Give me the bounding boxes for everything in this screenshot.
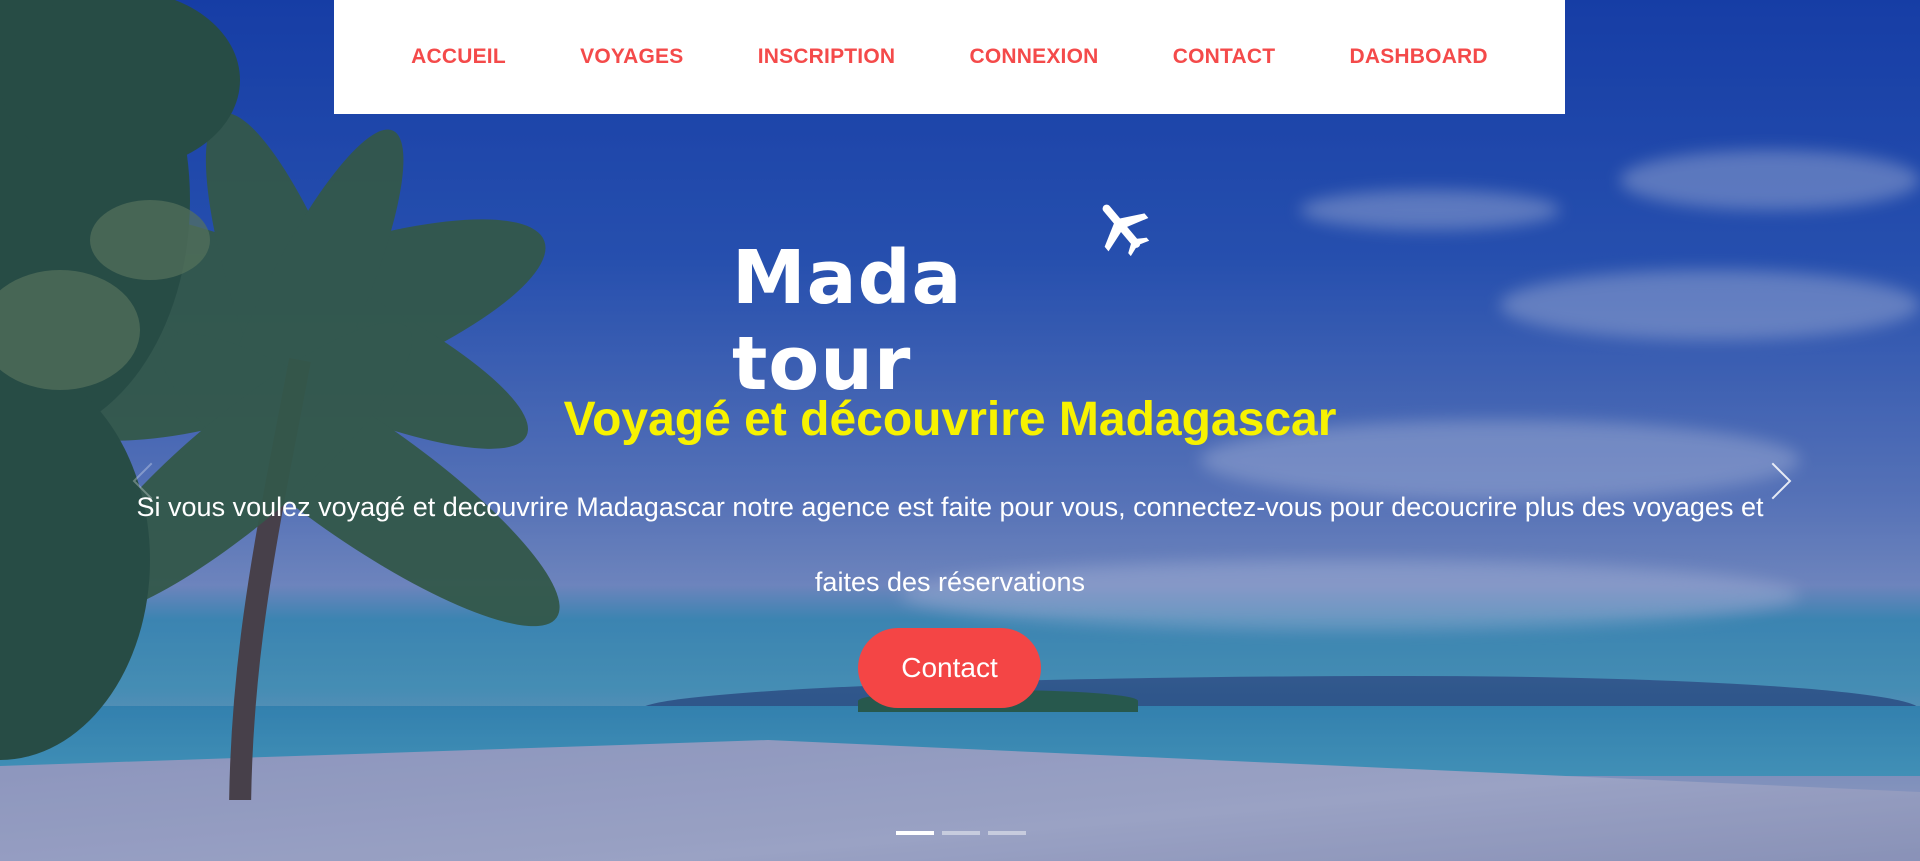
carousel-indicator[interactable] — [988, 831, 1026, 835]
nav-link-inscription[interactable]: INSCRIPTION — [758, 45, 896, 69]
logo: Mada tour — [730, 195, 1160, 407]
carousel-indicator[interactable] — [942, 831, 980, 835]
hero-carousel: ACCUEIL VOYAGES INSCRIPTION CONNEXION CO… — [0, 0, 1920, 861]
nav-link-voyages[interactable]: VOYAGES — [580, 45, 683, 69]
nav-link-connexion[interactable]: CONNEXION — [970, 45, 1099, 69]
logo-text: Mada tour — [732, 235, 963, 407]
hero-description: Si vous voulez voyagé et decouvrire Mada… — [136, 492, 1764, 597]
airplane-icon — [1102, 204, 1150, 257]
hero-headline: Voyagé et découvrire Madagascar — [563, 393, 1337, 446]
nav-link-contact[interactable]: CONTACT — [1173, 45, 1276, 69]
main-navbar: ACCUEIL VOYAGES INSCRIPTION CONNEXION CO… — [334, 0, 1565, 114]
contact-button[interactable]: Contact — [858, 628, 1041, 708]
carousel-indicators — [896, 831, 1026, 835]
carousel-indicator[interactable] — [896, 831, 934, 835]
nav-link-accueil[interactable]: ACCUEIL — [411, 45, 506, 69]
nav-link-dashboard[interactable]: DASHBOARD — [1349, 45, 1487, 69]
